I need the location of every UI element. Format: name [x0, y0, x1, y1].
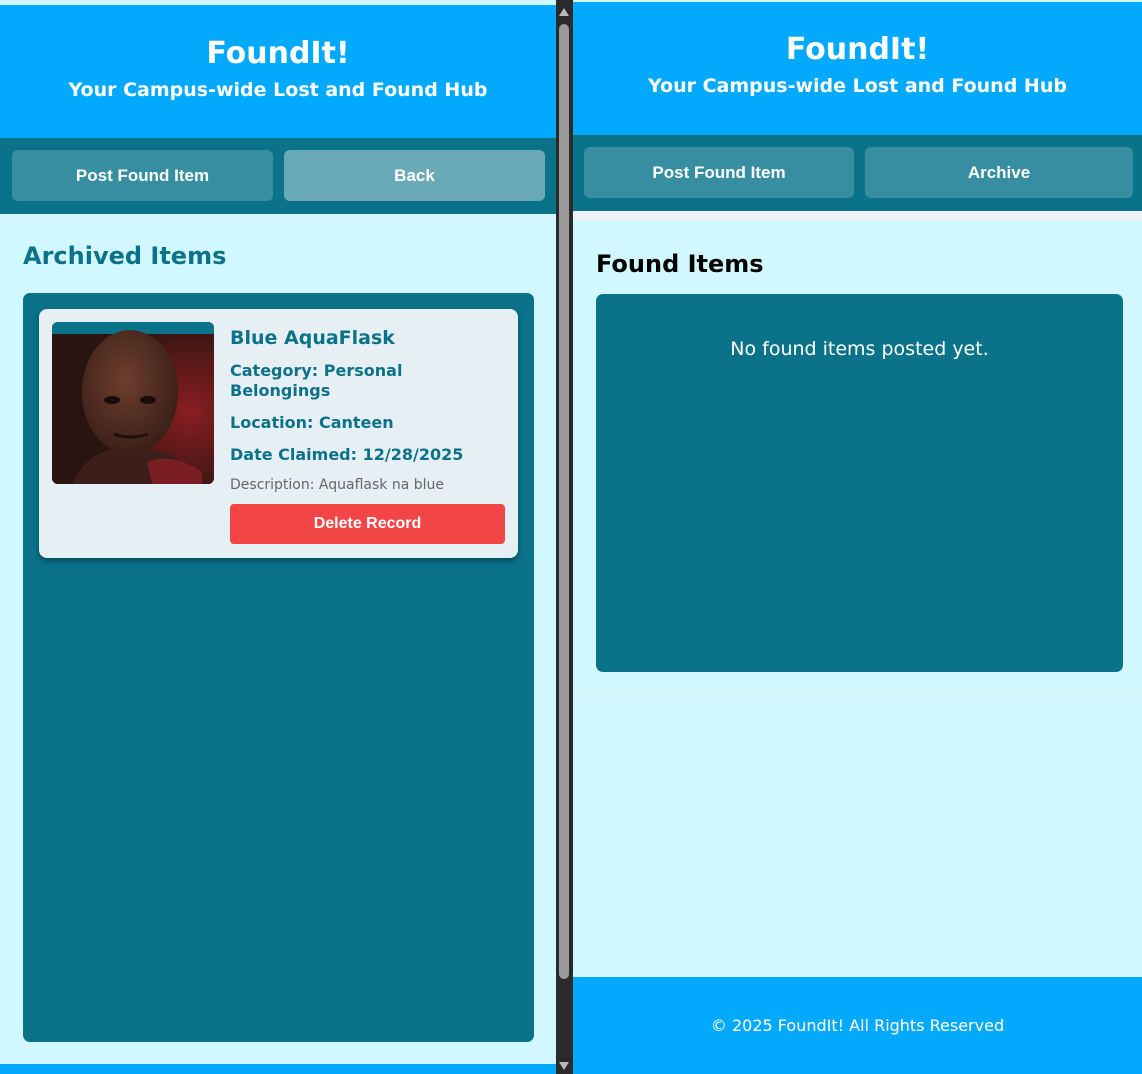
found-items-view-panel: FoundIt! Your Campus-wide Lost and Found…	[573, 0, 1142, 1074]
site-header: FoundIt! Your Campus-wide Lost and Found…	[0, 5, 556, 138]
scroll-down-arrow-icon[interactable]	[559, 1062, 569, 1070]
item-photo	[52, 322, 214, 484]
archive-button[interactable]: Archive	[865, 147, 1133, 198]
delete-record-button[interactable]: Delete Record	[230, 504, 505, 544]
back-button[interactable]: Back	[284, 150, 545, 201]
item-location: Location: Canteen	[230, 413, 394, 432]
item-date-claimed: Date Claimed: 12/28/2025	[230, 445, 464, 464]
site-header: FoundIt! Your Campus-wide Lost and Found…	[573, 2, 1142, 135]
site-subtitle: Your Campus-wide Lost and Found Hub	[648, 75, 1067, 97]
footer-edge	[0, 1064, 556, 1074]
archive-view-panel: FoundIt! Your Campus-wide Lost and Found…	[0, 0, 556, 1074]
footer-copyright: © 2025 FoundIt! All Rights Reserved	[710, 1016, 1005, 1035]
divider	[573, 211, 1142, 219]
section-title-found: Found Items	[596, 250, 764, 278]
site-footer: © 2025 FoundIt! All Rights Reserved	[573, 977, 1142, 1074]
vertical-scrollbar[interactable]	[556, 0, 573, 1074]
site-title: FoundIt!	[785, 32, 930, 67]
archived-item-card: Blue AquaFlask Category: Personal Belong…	[39, 309, 518, 558]
found-items-list: No found items posted yet.	[596, 294, 1123, 672]
item-category: Category: Personal Belongings	[230, 361, 403, 400]
scroll-up-arrow-icon[interactable]	[559, 8, 569, 16]
item-name: Blue AquaFlask	[230, 327, 395, 349]
site-subtitle: Your Campus-wide Lost and Found Hub	[68, 79, 488, 101]
item-photo-image	[52, 322, 214, 484]
section-title-archived: Archived Items	[23, 242, 227, 270]
site-title: FoundIt!	[206, 36, 350, 71]
item-details: Blue AquaFlask Category: Personal Belong…	[230, 325, 506, 493]
post-found-item-button[interactable]: Post Found Item	[12, 150, 273, 201]
post-found-item-button[interactable]: Post Found Item	[584, 147, 854, 198]
nav-bar: Post Found Item Back	[0, 138, 556, 214]
item-description: Description: Aquaflask na blue	[230, 477, 444, 493]
archived-items-list: Blue AquaFlask Category: Personal Belong…	[23, 293, 534, 1042]
nav-bar: Post Found Item Archive	[573, 135, 1142, 211]
empty-state-message: No found items posted yet.	[730, 338, 989, 360]
scroll-thumb[interactable]	[559, 24, 569, 979]
